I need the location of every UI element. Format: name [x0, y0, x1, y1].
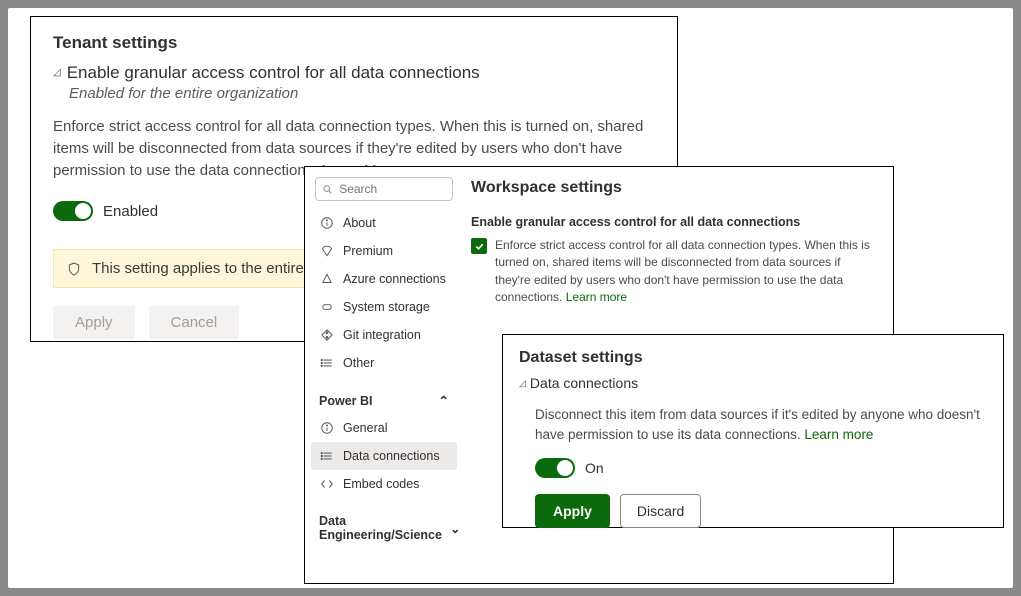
azure-icon — [319, 271, 335, 287]
on-toggle[interactable] — [535, 458, 575, 478]
toggle-state-label: Enabled — [103, 203, 158, 220]
cancel-button[interactable]: Cancel — [149, 306, 240, 339]
collapse-icon[interactable]: ◿ — [53, 67, 61, 78]
workspace-section-title: Enable granular access control for all d… — [471, 215, 877, 229]
nav-premium[interactable]: Premium — [311, 237, 457, 265]
banner-text: This setting applies to the entire org — [92, 260, 330, 277]
nav-group-data-eng[interactable]: Data Engineering/Science ⌄ — [311, 508, 457, 548]
org-scope-banner: This setting applies to the entire org — [53, 249, 333, 288]
chevron-down-icon: ⌄ — [450, 521, 460, 536]
code-icon — [319, 476, 335, 492]
chevron-up-icon: ⌃ — [439, 393, 449, 408]
tenant-heading: Tenant settings — [53, 33, 655, 53]
nav-group-powerbi[interactable]: Power BI ⌃ — [311, 387, 457, 414]
enabled-toggle[interactable] — [53, 201, 93, 221]
info-icon — [319, 215, 335, 231]
shield-icon — [66, 261, 82, 277]
workspace-heading: Workspace settings — [471, 179, 877, 197]
workspace-sidebar: About Premium Azure connections System s… — [305, 167, 463, 583]
search-input-wrapper[interactable] — [315, 177, 453, 201]
tenant-setting-title: Enable granular access control for all d… — [67, 63, 480, 83]
git-icon — [319, 327, 335, 343]
storage-icon — [319, 299, 335, 315]
dataset-description: Disconnect this item from data sources i… — [535, 405, 987, 444]
search-input[interactable] — [339, 182, 446, 196]
nav-general[interactable]: General — [311, 414, 457, 442]
enforce-checkbox[interactable] — [471, 238, 487, 254]
learn-more-link[interactable]: Learn more — [804, 427, 873, 442]
discard-button[interactable]: Discard — [620, 494, 701, 528]
info-icon — [319, 420, 335, 436]
dataset-heading: Dataset settings — [519, 349, 987, 367]
dataset-settings-panel: Dataset settings ◿ Data connections Disc… — [502, 334, 1004, 528]
nav-embed[interactable]: Embed codes — [311, 470, 457, 498]
diamond-icon — [319, 243, 335, 259]
nav-data-connections[interactable]: Data connections — [311, 442, 457, 470]
apply-button[interactable]: Apply — [535, 494, 610, 528]
nav-storage[interactable]: System storage — [311, 293, 457, 321]
nav-about[interactable]: About — [311, 209, 457, 237]
workspace-description: Enforce strict access control for all da… — [495, 237, 877, 307]
nav-azure[interactable]: Azure connections — [311, 265, 457, 293]
list-icon — [319, 355, 335, 371]
collapse-icon[interactable]: ◿ — [519, 378, 526, 389]
toggle-state-label: On — [585, 460, 604, 476]
apply-button[interactable]: Apply — [53, 306, 135, 339]
nav-other[interactable]: Other — [311, 349, 457, 377]
dataset-section: Data connections — [530, 375, 638, 391]
list-icon — [319, 448, 335, 464]
tenant-subtitle: Enabled for the entire organization — [69, 85, 655, 102]
learn-more-link[interactable]: Learn more — [566, 290, 627, 304]
nav-git[interactable]: Git integration — [311, 321, 457, 349]
search-icon — [322, 183, 333, 196]
